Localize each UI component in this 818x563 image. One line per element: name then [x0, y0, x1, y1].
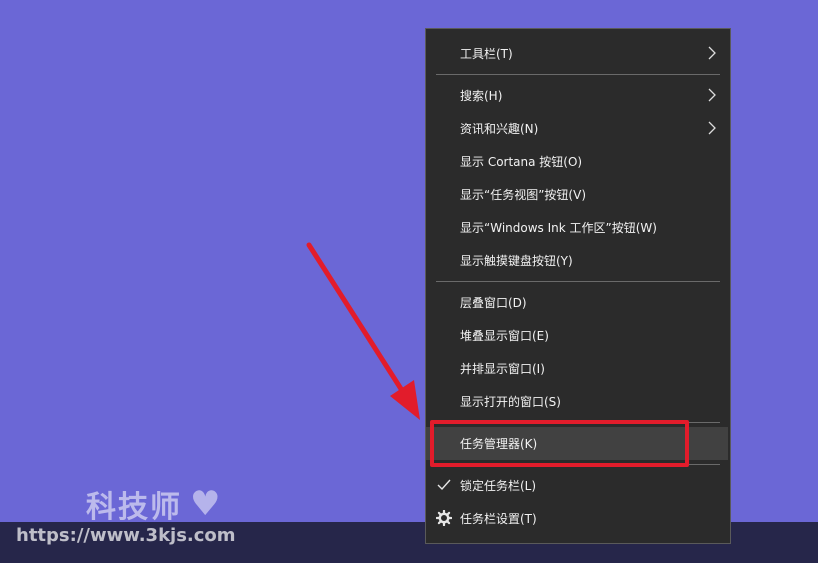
menu-item-label: 锁定任务栏(L) — [460, 479, 537, 493]
menu-item-news-interests[interactable]: 资讯和兴趣(N) — [426, 112, 730, 145]
menu-item-side-by-side[interactable]: 并排显示窗口(I) — [426, 352, 730, 385]
menu-item-search[interactable]: 搜索(H) — [426, 79, 730, 112]
menu-item-label: 任务栏设置(T) — [460, 512, 537, 526]
watermark: 科技师 ♥ — [86, 482, 222, 526]
menu-item-lock-taskbar[interactable]: 锁定任务栏(L) — [426, 469, 730, 502]
chevron-right-icon — [708, 88, 716, 102]
watermark-text: 科技师 — [86, 490, 182, 525]
watermark-url: https://www.3kjs.com — [16, 525, 236, 546]
menu-item-show-touch-keyboard[interactable]: 显示触摸键盘按钮(Y) — [426, 244, 730, 277]
annotation-highlight-box — [430, 420, 689, 467]
chevron-right-icon — [708, 121, 716, 135]
menu-item-show-windows-ink[interactable]: 显示“Windows Ink 工作区”按钮(W) — [426, 211, 730, 244]
menu-item-taskbar-settings[interactable]: 任务栏设置(T) — [426, 502, 730, 535]
chevron-right-icon — [708, 46, 716, 60]
menu-item-show-desktop[interactable]: 显示打开的窗口(S) — [426, 385, 730, 418]
menu-item-cascade-windows[interactable]: 层叠窗口(D) — [426, 286, 730, 319]
menu-separator — [436, 74, 720, 75]
menu-item-show-cortana[interactable]: 显示 Cortana 按钮(O) — [426, 145, 730, 178]
menu-item-label: 显示触摸键盘按钮(Y) — [460, 254, 573, 268]
menu-item-label: 显示打开的窗口(S) — [460, 395, 561, 409]
checkmark-icon — [437, 479, 451, 491]
menu-item-label: 显示“Windows Ink 工作区”按钮(W) — [460, 221, 657, 235]
menu-item-label: 堆叠显示窗口(E) — [460, 329, 549, 343]
menu-item-label: 显示 Cortana 按钮(O) — [460, 155, 583, 169]
menu-item-label: 工具栏(T) — [460, 47, 513, 61]
menu-item-label: 搜索(H) — [460, 89, 503, 103]
menu-item-label: 显示“任务视图”按钮(V) — [460, 188, 587, 202]
menu-item-stack-windows[interactable]: 堆叠显示窗口(E) — [426, 319, 730, 352]
gear-icon — [436, 510, 452, 526]
menu-item-label: 并排显示窗口(I) — [460, 362, 545, 376]
menu-item-label: 层叠窗口(D) — [460, 296, 527, 310]
menu-item-show-task-view[interactable]: 显示“任务视图”按钮(V) — [426, 178, 730, 211]
heart-icon: ♥ — [190, 484, 223, 524]
menu-item-label: 资讯和兴趣(N) — [460, 122, 539, 136]
menu-separator — [436, 281, 720, 282]
menu-item-toolbars[interactable]: 工具栏(T) — [426, 37, 730, 70]
